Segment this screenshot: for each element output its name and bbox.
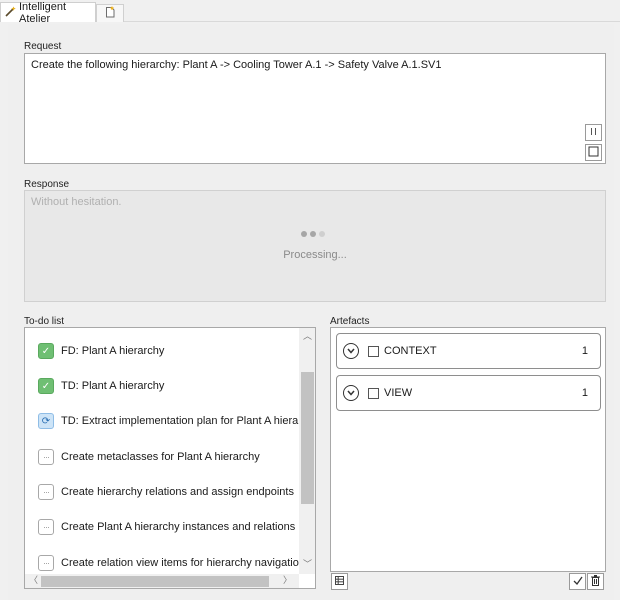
grid-button[interactable] <box>331 573 348 590</box>
todo-list[interactable]: ✓ FD: Plant A hierarchy ✓ TD: Plant A hi… <box>24 327 316 589</box>
todo-item-text: FD: Plant A hierarchy <box>61 345 165 357</box>
todo-item[interactable]: ✓ FD: Plant A hierarchy <box>38 342 164 360</box>
ellipsis-icon: ··· <box>38 449 54 465</box>
todo-item[interactable]: ··· Create Plant A hierarchy instances a… <box>38 518 295 536</box>
todo-item-text: Create Plant A hierarchy instances and r… <box>61 521 296 533</box>
stop-icon <box>588 146 599 160</box>
artefacts-label: Artefacts <box>330 316 370 327</box>
new-tab-button[interactable] <box>96 4 124 22</box>
pause-button[interactable] <box>585 124 602 141</box>
accept-button[interactable] <box>569 573 586 590</box>
horizontal-scrollbar[interactable]: 〈 〉 <box>25 574 299 588</box>
todo-item-text: Create relation view items for hierarchy… <box>61 557 305 569</box>
artefact-count: 1 <box>581 387 588 399</box>
new-document-icon <box>105 6 116 21</box>
request-textarea[interactable]: Create the following hierarchy: Plant A … <box>24 53 606 164</box>
tab-intelligent-atelier[interactable]: Intelligent Atelier <box>0 0 96 25</box>
artefact-item-context[interactable]: CONTEXT 1 <box>336 333 601 369</box>
ellipsis-icon: ··· <box>38 519 54 535</box>
scroll-up-icon[interactable]: ︿ <box>303 332 312 341</box>
check-icon: ✓ <box>38 343 54 359</box>
delete-button[interactable] <box>587 573 604 590</box>
response-label: Response <box>24 179 70 190</box>
grid-icon <box>335 575 344 588</box>
todo-item[interactable]: ··· Create metaclasses for Plant A hiera… <box>38 448 260 466</box>
loading-dots <box>301 231 325 237</box>
wand-icon <box>5 6 16 20</box>
check-icon <box>573 576 583 588</box>
chevron-down-icon[interactable] <box>343 385 359 401</box>
todo-item-text: TD: Plant A hierarchy <box>61 380 165 392</box>
loading-dot <box>301 231 307 237</box>
tab-strip: Intelligent Atelier <box>0 0 620 25</box>
todo-item-text: TD: Extract implementation plan for Plan… <box>61 415 316 427</box>
check-icon: ✓ <box>38 378 54 394</box>
response-area: Without hesitation. Processing... <box>24 190 606 302</box>
ellipsis-icon: ··· <box>38 484 54 500</box>
todo-item[interactable]: ··· Create hierarchy relations and assig… <box>38 483 294 501</box>
artefact-name: CONTEXT <box>384 345 437 357</box>
scroll-down-icon[interactable]: ﹀ <box>303 560 312 569</box>
todo-label: To-do list <box>24 316 65 327</box>
artefact-count: 1 <box>581 345 588 357</box>
stop-button[interactable] <box>585 144 602 161</box>
todo-item[interactable]: ··· Create relation view items for hiera… <box>38 554 305 572</box>
artefacts-list: CONTEXT 1 VIEW 1 <box>330 327 606 572</box>
chevron-down-icon[interactable] <box>343 343 359 359</box>
request-text: Create the following hierarchy: Plant A … <box>31 59 442 71</box>
horizontal-scroll-thumb[interactable] <box>41 576 269 587</box>
artefact-item-view[interactable]: VIEW 1 <box>336 375 601 411</box>
processing-status: Processing... <box>283 249 347 261</box>
artefact-checkbox[interactable] <box>368 345 379 357</box>
artefact-checkbox[interactable] <box>368 387 379 399</box>
vertical-scroll-thumb[interactable] <box>301 372 314 504</box>
refresh-icon: ⟳ <box>38 413 54 429</box>
tab-title: Intelligent Atelier <box>19 0 67 25</box>
todo-item-text: Create hierarchy relations and assign en… <box>61 486 294 498</box>
todo-item[interactable]: ⟳ TD: Extract implementation plan for Pl… <box>38 412 316 430</box>
scroll-left-icon[interactable]: 〈 <box>29 576 38 585</box>
artefact-name: VIEW <box>384 387 413 399</box>
todo-item[interactable]: ✓ TD: Plant A hierarchy <box>38 377 164 395</box>
loading-dot <box>310 231 316 237</box>
response-placeholder: Without hesitation. <box>31 196 122 208</box>
vertical-scrollbar[interactable]: ︿ ﹀ <box>299 328 315 574</box>
pause-icon <box>589 127 598 139</box>
trash-icon <box>591 574 600 589</box>
scroll-right-icon[interactable]: 〉 <box>283 576 292 585</box>
request-label: Request <box>24 41 62 52</box>
loading-dot <box>319 231 325 237</box>
todo-item-text: Create metaclasses for Plant A hierarchy <box>61 451 260 463</box>
ellipsis-icon: ··· <box>38 555 54 571</box>
